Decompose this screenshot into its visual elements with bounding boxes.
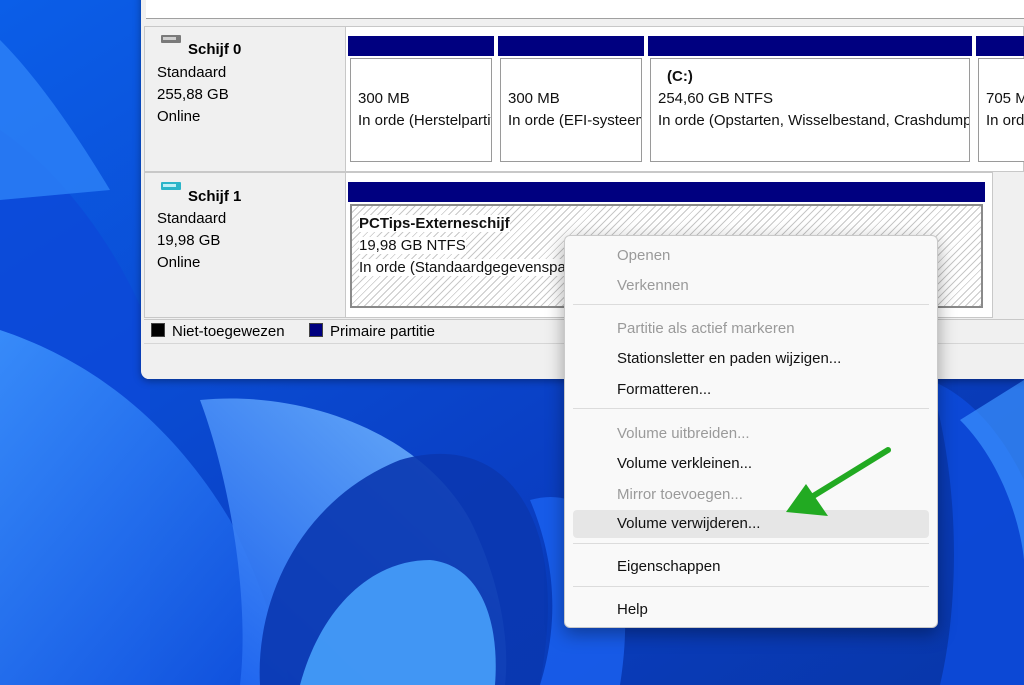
legend-primary: Primaire partitie [330, 323, 436, 340]
disk-0-label[interactable]: Schijf 0 Standaard 255,88 GB Online [144, 26, 346, 172]
partition-recovery[interactable]: 300 MB In orde (Herstelpartitie) [348, 36, 494, 164]
partition-size: 254,60 GB NTFS [658, 90, 774, 107]
disk-name: Schijf 1 [188, 188, 242, 205]
partition-size: 19,98 GB NTFS [359, 237, 466, 254]
primary-partition-bar [348, 182, 985, 202]
disk-size: 19,98 GB [157, 232, 221, 249]
green-arrow-icon [786, 447, 891, 516]
primary-partition-bar [976, 36, 1024, 56]
menu-separator [573, 304, 929, 305]
menu-item-mark-active[interactable]: Partitie als actief markeren [573, 315, 929, 343]
disk-type: Standaard [157, 64, 227, 81]
external-disk-icon [161, 182, 181, 190]
menu-item-openen[interactable]: Openen [573, 242, 929, 270]
primary-partition-bar [498, 36, 644, 56]
menu-item-verkennen[interactable]: Verkennen [573, 272, 929, 300]
partition-status: In orde (Opstarten, Wisselbestand, Crash… [658, 112, 970, 129]
partition-efi[interactable]: 300 MB In orde (EFI-systeempartitie) [498, 36, 644, 164]
unallocated-swatch [151, 323, 165, 337]
partition-status: In orde (Herstelpartitie) [358, 112, 491, 129]
menu-item-change-drive-letter[interactable]: Stationsletter en paden wijzigen... [573, 345, 929, 373]
partition-size: 300 MB [508, 90, 560, 107]
menu-separator [573, 543, 929, 544]
disk-status: Online [157, 108, 201, 125]
primary-swatch [309, 323, 323, 337]
primary-partition-bar [648, 36, 972, 56]
menu-item-format[interactable]: Formatteren... [573, 376, 929, 404]
menu-separator [573, 586, 929, 587]
menu-item-properties[interactable]: Eigenschappen [573, 553, 929, 581]
partition-size: 705 MB [986, 90, 1024, 107]
partition-last[interactable]: 705 MB In orde [976, 36, 1024, 164]
primary-partition-bar [348, 36, 494, 56]
legend-unallocated: Niet-toegewezen [172, 323, 285, 340]
disk-name: Schijf 0 [188, 41, 242, 58]
disk-size: 255,88 GB [157, 86, 229, 103]
partition-status: In orde [986, 112, 1024, 129]
partition-label: PCTips-Externeschijf [359, 215, 510, 232]
disk-0-partitions: 300 MB In orde (Herstelpartitie) 300 MB … [346, 26, 1024, 172]
partition-c[interactable]: (C:) 254,60 GB NTFS In orde (Opstarten, … [648, 36, 972, 164]
partition-status: In orde (EFI-systeempartitie) [508, 112, 641, 129]
partition-size: 300 MB [358, 90, 410, 107]
context-menu: Openen Verkennen Partitie als actief mar… [564, 235, 938, 628]
menu-separator [573, 408, 929, 409]
partition-label: (C:) [667, 68, 693, 85]
disk-drive-icon [161, 35, 181, 43]
disk-status: Online [157, 254, 201, 271]
disk-type: Standaard [157, 210, 227, 227]
menu-item-help[interactable]: Help [573, 596, 929, 624]
disk-1-label[interactable]: Schijf 1 Standaard 19,98 GB Online [144, 172, 346, 318]
volume-list-strip [146, 0, 1024, 19]
